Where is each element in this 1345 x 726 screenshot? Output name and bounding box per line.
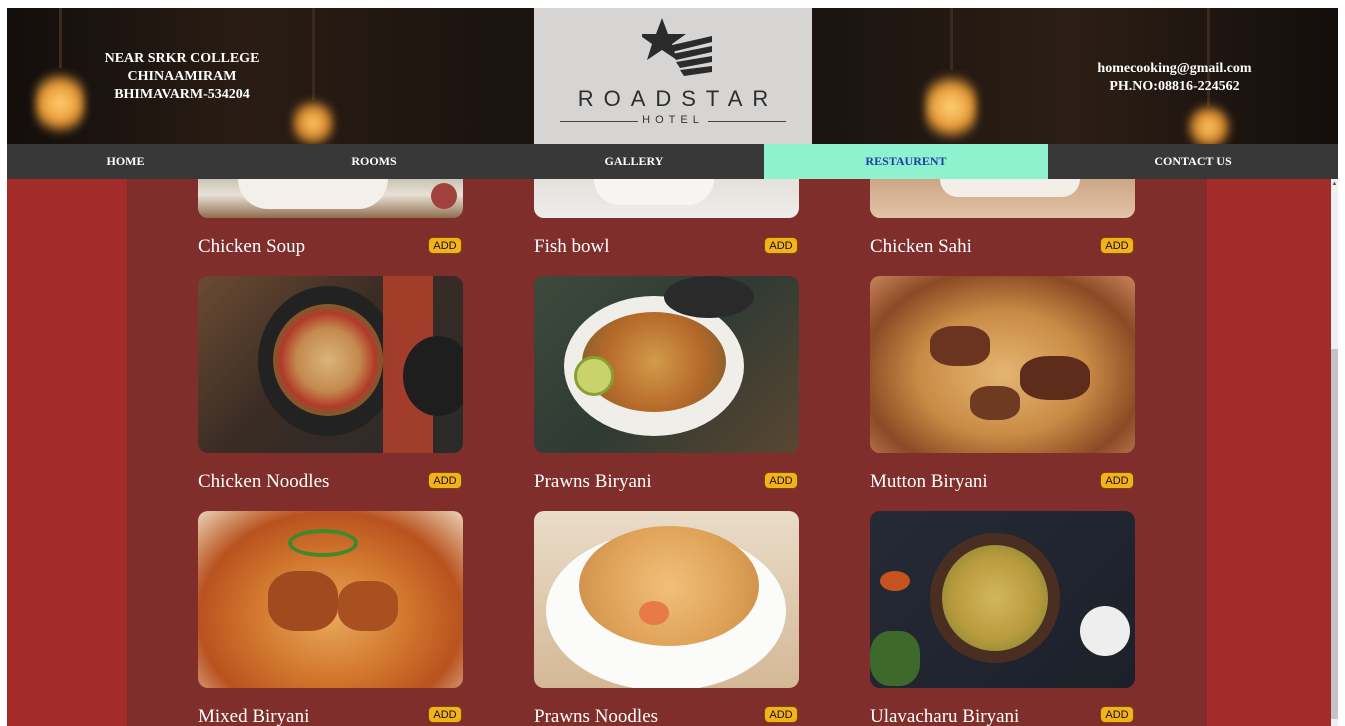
contact-phone: PH.NO:08816-224562 [1109,79,1240,94]
add-button[interactable]: ADD [764,237,798,254]
prawns-biryani-photo [534,276,799,453]
address-line: NEAR SRKR COLLEGE [104,51,260,66]
scroll-up-icon[interactable]: ▲ [1331,181,1338,188]
lamp-bulb [292,98,334,144]
ulavacharu-biryani-photo [870,511,1135,688]
add-button[interactable]: ADD [1100,472,1134,489]
menu-item-name: Mutton Biryani [870,471,988,492]
nav-rooms[interactable]: ROOMS [244,144,504,179]
add-button[interactable]: ADD [428,472,462,489]
menu-item-name: Mixed Biryani [198,706,310,726]
chicken-noodles-photo [198,276,463,453]
chicken-soup-photo [198,179,463,218]
mixed-biryani-photo [198,511,463,688]
lamp-wire [312,8,315,100]
nav-home[interactable]: HOME [7,144,244,179]
star-logo-icon [642,18,712,76]
hotel-contact: homecooking@gmail.com PH.NO:08816-224562 [1087,60,1262,96]
lamp-bulb [1187,104,1231,144]
menu-item-name: Chicken Noodles [198,471,330,492]
site-header: NEAR SRKR COLLEGE CHINAAMIRAM BHIMAVARM-… [7,8,1338,144]
nav-gallery[interactable]: GALLERY [504,144,764,179]
menu-item-name: Fish bowl [534,236,610,257]
hotel-logo[interactable]: ROADSTAR HOTEL [534,8,812,144]
add-button[interactable]: ADD [1100,706,1134,723]
add-button[interactable]: ADD [764,472,798,489]
logo-sub-text: HOTEL [642,114,704,126]
address-line: BHIMAVARM-534204 [114,87,250,102]
add-button[interactable]: ADD [428,237,462,254]
menu-item-name: Ulavacharu Biryani [870,706,1020,726]
main-nav: HOME ROOMS GALLERY RESTAURENT CONTACT US [7,144,1338,179]
menu-item-name: Prawns Biryani [534,471,652,492]
hotel-address: NEAR SRKR COLLEGE CHINAAMIRAM BHIMAVARM-… [102,50,262,104]
prawns-noodles-photo [534,511,799,688]
menu-item-name: Prawns Noodles [534,706,659,726]
nav-contact-us[interactable]: CONTACT US [1048,144,1338,179]
menu-item-name: Chicken Sahi [870,236,972,257]
lamp-wire [59,8,62,68]
lamp-bulb [925,70,977,144]
add-button[interactable]: ADD [764,706,798,723]
chicken-sahi-photo [870,179,1135,218]
lamp-bulb [35,68,85,138]
fish-bowl-photo [534,179,799,218]
logo-subtitle: HOTEL [560,114,786,128]
lamp-wire [950,8,953,70]
mutton-biryani-photo [870,276,1135,453]
add-button[interactable]: ADD [428,706,462,723]
page-scrollbar[interactable]: ▲ [1331,179,1338,726]
add-button[interactable]: ADD [1100,237,1134,254]
nav-restaurent[interactable]: RESTAURENT [764,144,1048,179]
logo-brand-text: ROADSTAR [577,86,779,111]
contact-email: homecooking@gmail.com [1097,61,1252,76]
scrollbar-thumb[interactable] [1331,349,1338,719]
menu-item-name: Chicken Soup [198,236,306,257]
address-line: CHINAAMIRAM [127,69,237,84]
